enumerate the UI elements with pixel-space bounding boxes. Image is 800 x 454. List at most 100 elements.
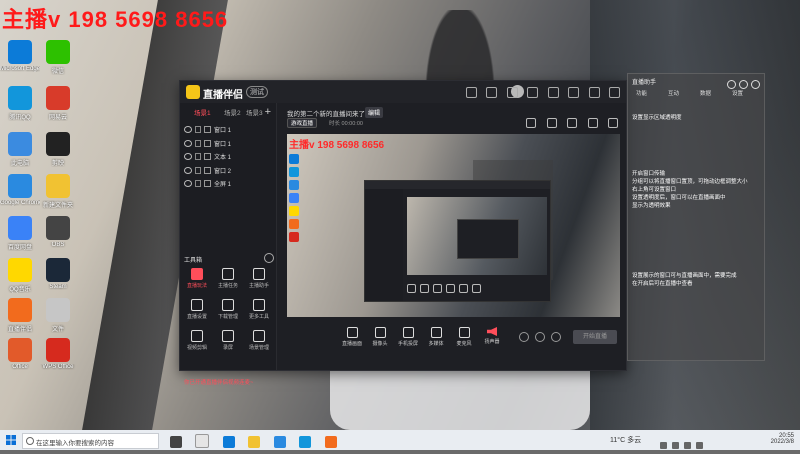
control-speaker[interactable]: 扬声器 bbox=[479, 327, 505, 345]
gift-icon[interactable] bbox=[486, 87, 498, 98]
play-icon bbox=[191, 268, 203, 280]
room-category[interactable]: 游戏直播 bbox=[287, 118, 318, 128]
weather-widget[interactable]: 11°C 多云 bbox=[610, 435, 641, 445]
control-microphone[interactable]: 麦克风 bbox=[451, 327, 477, 347]
tab-scene-1[interactable]: 场景1 bbox=[194, 107, 211, 117]
desktop-icon-label: Google Chrome bbox=[0, 200, 40, 206]
close-icon[interactable] bbox=[609, 87, 620, 98]
tool-tasks[interactable]: 主播任务 bbox=[214, 266, 242, 292]
gear-icon[interactable] bbox=[264, 253, 274, 263]
menu-icon[interactable] bbox=[547, 87, 559, 98]
monitor-icon bbox=[346, 327, 358, 338]
tool-assistant[interactable]: 主播助手 bbox=[245, 266, 273, 292]
shield-icon[interactable] bbox=[527, 87, 539, 98]
desktop-icon[interactable]: 直播伴侣 bbox=[0, 298, 40, 342]
panel-tab[interactable]: 设置 bbox=[732, 89, 743, 97]
edit-room-button[interactable]: 编辑 bbox=[365, 107, 384, 118]
tool-record[interactable]: 录屏 bbox=[214, 328, 242, 354]
live-companion-icon[interactable] bbox=[324, 436, 337, 448]
pinned-apps bbox=[170, 434, 346, 453]
network-icon[interactable] bbox=[672, 442, 679, 449]
clock[interactable]: 20:55 2022/3/8 bbox=[771, 433, 794, 445]
source-item[interactable]: 文本 1 bbox=[180, 150, 276, 164]
share-icon[interactable] bbox=[526, 118, 537, 128]
screenshot-icon[interactable] bbox=[587, 118, 598, 128]
desktop-icon[interactable]: Office bbox=[0, 338, 40, 382]
source-item[interactable]: 窗口 1 bbox=[180, 123, 276, 137]
control-media[interactable]: 多媒体 bbox=[423, 327, 449, 347]
lock-icon[interactable] bbox=[195, 180, 201, 187]
layout-icon[interactable] bbox=[567, 118, 578, 128]
eye-icon[interactable] bbox=[184, 153, 192, 160]
desktop-icon[interactable]: 微信 bbox=[38, 40, 78, 84]
tool-video-edit[interactable]: 视频剪辑 bbox=[183, 328, 211, 354]
tab-scene-3[interactable]: 场景3 bbox=[246, 107, 263, 117]
taskbar-search[interactable]: 在这里输入你要搜索的内容 bbox=[22, 433, 159, 449]
desktop-icon[interactable]: 文件 bbox=[38, 298, 78, 342]
eye-icon[interactable] bbox=[184, 139, 192, 147]
gear-icon[interactable] bbox=[551, 332, 561, 342]
lock-icon[interactable] bbox=[195, 126, 201, 133]
edge-icon[interactable] bbox=[222, 436, 235, 448]
pin-icon[interactable] bbox=[727, 80, 736, 89]
tool-settings[interactable]: 直播设置 bbox=[183, 297, 211, 323]
source-item[interactable]: 全屏 1 bbox=[180, 177, 276, 191]
lock-icon[interactable] bbox=[195, 166, 201, 174]
live-preview[interactable]: 主播v 198 5698 8656 bbox=[287, 134, 620, 317]
message-icon[interactable] bbox=[465, 87, 477, 98]
folder-icon[interactable] bbox=[248, 436, 261, 448]
control-phone-cast[interactable]: 手机投屏 bbox=[395, 327, 421, 347]
tray-icon[interactable] bbox=[660, 442, 667, 449]
desktop-icon[interactable]: 剪映 bbox=[38, 132, 78, 176]
video-settings-icon[interactable] bbox=[519, 332, 529, 342]
feature-notice[interactable]: 你已开通直播伴侣视频连麦~ bbox=[184, 378, 253, 386]
settings-icon[interactable] bbox=[506, 87, 518, 98]
desktop-icon[interactable]: 新建文件夹 bbox=[38, 174, 78, 218]
panel-tab[interactable]: 功能 bbox=[636, 89, 647, 97]
minimize-icon[interactable] bbox=[739, 80, 748, 89]
control-camera[interactable]: 摄像头 bbox=[367, 327, 393, 347]
add-scene-button[interactable]: + bbox=[265, 107, 271, 118]
explorer-icon[interactable] bbox=[195, 434, 210, 448]
desktop-icon[interactable]: Microsoft Edge bbox=[0, 40, 40, 84]
eye-icon[interactable] bbox=[184, 166, 192, 174]
panel-tab[interactable]: 数据 bbox=[700, 89, 711, 97]
control-live-screen[interactable]: 直播画面 bbox=[339, 327, 365, 347]
source-item[interactable]: 窗口 2 bbox=[180, 164, 276, 178]
desktop-icon[interactable]: 腾讯QQ bbox=[0, 86, 40, 130]
eye-icon[interactable] bbox=[184, 126, 192, 133]
lock-icon[interactable] bbox=[195, 139, 201, 147]
task-view-icon[interactable] bbox=[170, 436, 182, 448]
fullscreen-icon[interactable] bbox=[608, 118, 618, 128]
ime-icon[interactable] bbox=[696, 442, 703, 449]
minimize-icon[interactable] bbox=[568, 87, 580, 98]
desktop-icon[interactable]: 此电脑 bbox=[0, 132, 40, 176]
lock-icon[interactable] bbox=[195, 153, 201, 160]
tab-scene-2[interactable]: 场景2 bbox=[224, 107, 241, 117]
desktop-icon[interactable]: OBS bbox=[38, 216, 78, 260]
maximize-icon[interactable] bbox=[588, 87, 600, 98]
tool-downloads[interactable]: 下载管理 bbox=[214, 297, 242, 323]
close-icon[interactable] bbox=[751, 80, 760, 89]
eye-icon[interactable] bbox=[184, 180, 192, 187]
desktop-icon[interactable]: Google Chrome bbox=[0, 174, 40, 218]
source-item[interactable]: 窗口 1 bbox=[180, 137, 276, 151]
start-live-button[interactable]: 开始直播 bbox=[573, 330, 617, 344]
lock-icon[interactable] bbox=[546, 118, 557, 128]
qq-icon[interactable] bbox=[299, 436, 312, 448]
nested-titlebar bbox=[365, 181, 550, 189]
tool-scene-manage[interactable]: 场景管理 bbox=[245, 328, 273, 354]
chrome-icon[interactable] bbox=[273, 436, 286, 448]
windows-start-icon[interactable] bbox=[6, 435, 16, 445]
desktop-icon[interactable]: 网易云 bbox=[38, 86, 78, 130]
tool-more[interactable]: 更多工具 bbox=[245, 297, 273, 323]
tool-live-play[interactable]: 直播玩法 bbox=[183, 266, 211, 292]
desktop-icon[interactable]: 百度网盘 bbox=[0, 216, 40, 260]
desktop-icon[interactable]: Steam bbox=[38, 258, 78, 302]
control-icon bbox=[459, 284, 468, 293]
desktop-icon[interactable]: WPS Office bbox=[38, 338, 78, 382]
panel-tab[interactable]: 互动 bbox=[668, 89, 679, 97]
desktop-icon[interactable]: QQ音乐 bbox=[0, 258, 40, 302]
volume-icon[interactable] bbox=[684, 442, 691, 449]
help-icon[interactable] bbox=[535, 332, 545, 342]
